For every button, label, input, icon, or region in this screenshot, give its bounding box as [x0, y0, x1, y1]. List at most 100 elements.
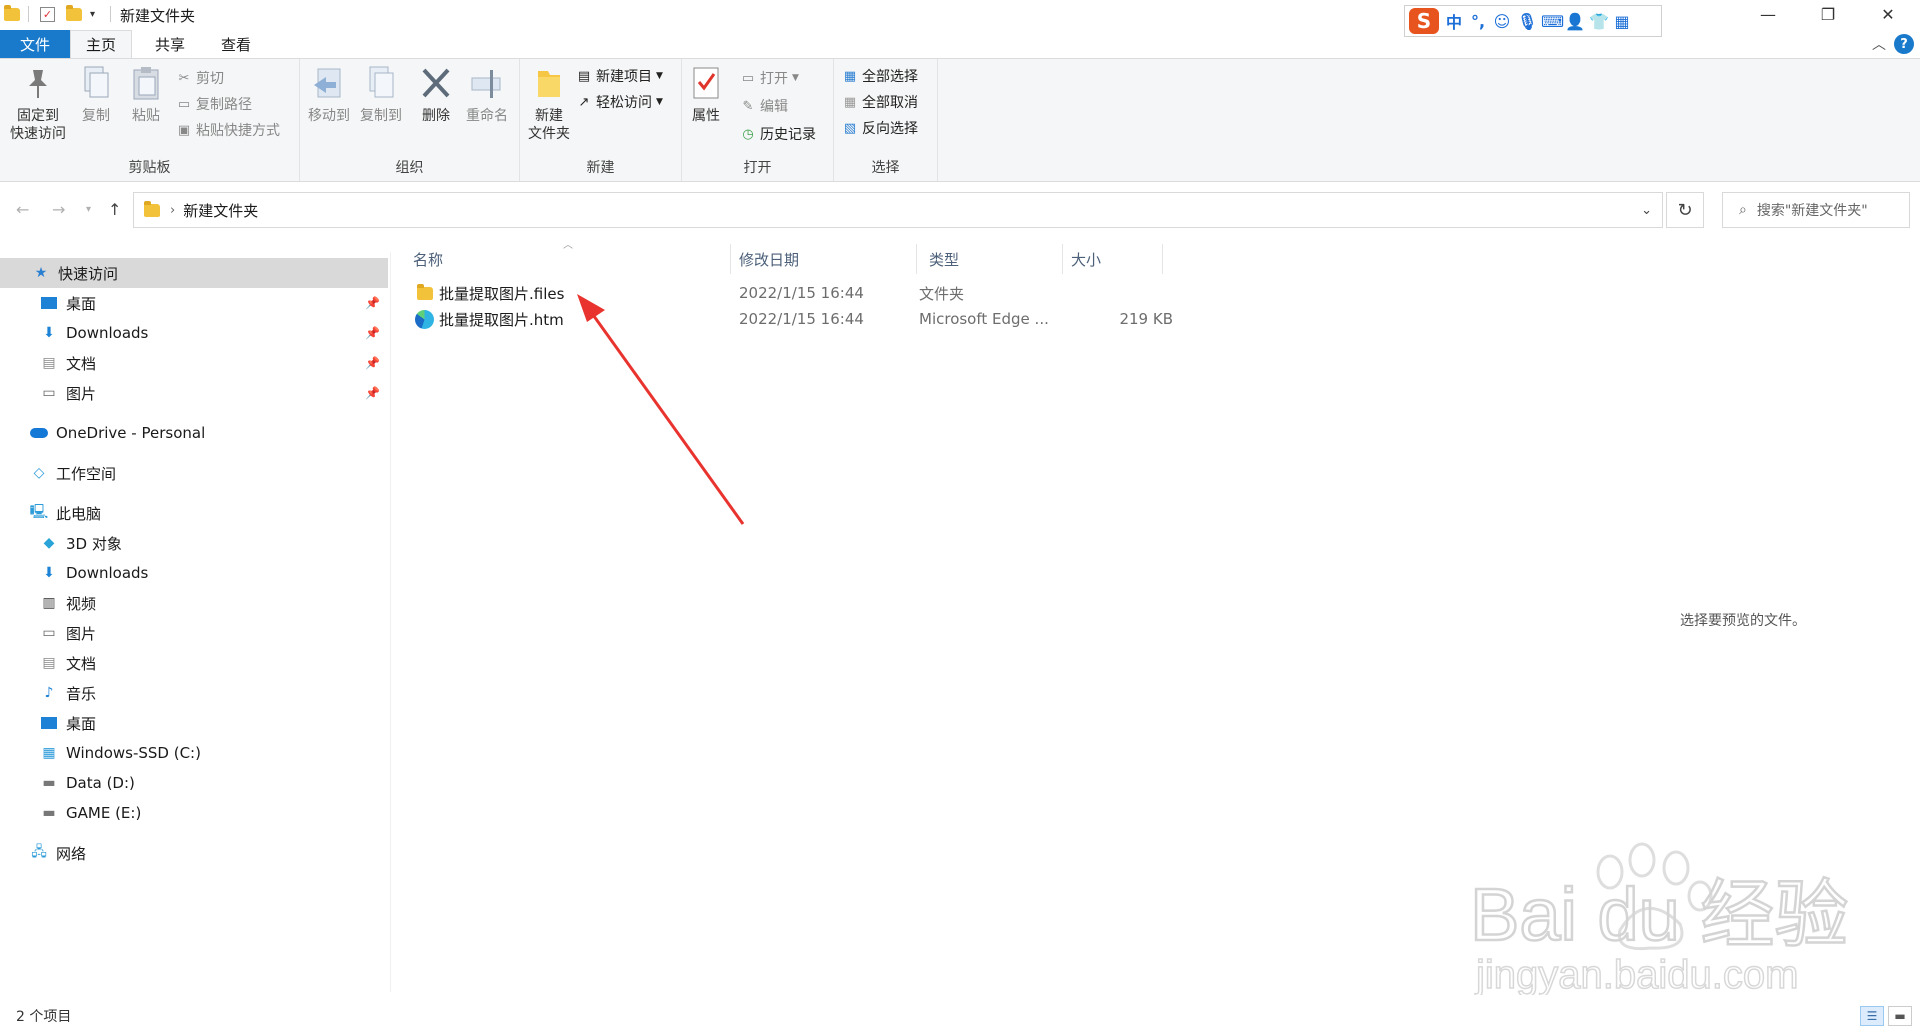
nav-quick-access[interactable]: ★ 快速访问 — [0, 258, 388, 288]
collapse-ribbon-icon[interactable]: ︿ — [1872, 34, 1886, 54]
nav-item-pc-desktop[interactable]: 桌面 — [0, 708, 388, 738]
emoji-icon[interactable]: ☺ — [1493, 12, 1511, 31]
forward-arrow-icon[interactable]: → — [52, 200, 65, 219]
baidu-jingyan-watermark: Bai du 经验 jingyan.baidu.com — [1470, 842, 1850, 995]
up-arrow-icon[interactable]: ↑ — [108, 200, 121, 219]
nav-item-music[interactable]: ♪ 音乐 — [0, 678, 388, 708]
tab-share[interactable]: 共享 — [140, 30, 200, 58]
breadcrumb-current[interactable]: 新建文件夹 — [183, 200, 258, 221]
microphone-icon[interactable]: 🎙 — [1517, 12, 1537, 31]
nav-item-documents[interactable]: ▤ 文档 📌 — [0, 348, 388, 378]
file-name: 批量提取图片.files — [439, 284, 565, 303]
rename-button[interactable]: 重命名 — [460, 65, 514, 125]
close-button[interactable]: ✕ — [1860, 0, 1916, 28]
paste-shortcut-button[interactable]: ▣ 粘贴快捷方式 — [176, 119, 280, 141]
user-icon[interactable]: 👤 — [1565, 12, 1585, 31]
nav-workspace[interactable]: ◇ 工作空间 — [0, 458, 388, 488]
address-dropdown-icon[interactable]: ⌄ — [1641, 203, 1652, 218]
back-arrow-icon[interactable]: ← — [16, 200, 29, 219]
nav-item-drive-e[interactable]: ▬ GAME (E:) — [0, 798, 388, 828]
copy-button[interactable]: 复制 — [74, 65, 118, 125]
properties-button[interactable]: 属性 — [686, 65, 726, 125]
nav-item-drive-d[interactable]: ▬ Data (D:) — [0, 768, 388, 798]
customize-quick-access-icon[interactable]: ▾ — [90, 4, 95, 24]
edit-button[interactable]: ✎ 编辑 — [740, 95, 788, 117]
nav-item-downloads[interactable]: ⬇ Downloads 📌 — [0, 318, 388, 348]
computer-icon: 🖳 — [29, 504, 49, 520]
column-header-name[interactable]: 名称 — [391, 244, 731, 274]
nav-item-desktop[interactable]: 桌面 📌 — [0, 288, 388, 318]
details-view-button[interactable]: ☰ — [1860, 1006, 1884, 1026]
address-row: ← → ▾ ↑ › 新建文件夹 ⌄ ↻ ⌕ 搜索"新建文件夹" — [0, 188, 1920, 232]
paste-shortcut-icon: ▣ — [177, 122, 191, 138]
drive-icon: ▬ — [42, 775, 56, 791]
punctuation-icon[interactable]: °, — [1469, 12, 1487, 31]
skin-icon[interactable]: 👕 — [1589, 12, 1609, 31]
file-row[interactable]: 批量提取图片.htm 2022/1/15 16:44 Microsoft Edg… — [413, 306, 1413, 332]
properties-quick-icon[interactable]: ✓ — [40, 4, 55, 24]
pin-icon — [21, 65, 55, 101]
column-header-modified[interactable]: 修改日期 — [731, 244, 917, 274]
minimize-button[interactable]: — — [1740, 0, 1796, 28]
tab-home[interactable]: 主页 — [70, 30, 132, 58]
nav-item-pc-documents[interactable]: ▤ 文档 — [0, 648, 388, 678]
easy-access-button[interactable]: ↗ 轻松访问 ▼ — [576, 91, 663, 113]
column-header-type[interactable]: 类型 — [917, 244, 1063, 274]
address-bar[interactable]: › 新建文件夹 ⌄ — [133, 192, 1663, 228]
select-all-button[interactable]: ▦ 全部选择 — [842, 65, 918, 87]
column-header-size[interactable]: 大小 — [1063, 244, 1163, 274]
recent-locations-icon[interactable]: ▾ — [86, 204, 91, 215]
open-icon: ▭ — [741, 70, 755, 86]
pictures-icon: ▭ — [42, 385, 56, 401]
toolbox-icon[interactable]: ▦ — [1613, 12, 1631, 31]
delete-button[interactable]: 删除 — [416, 65, 456, 125]
new-item-button[interactable]: ▤ 新建项目 ▼ — [576, 65, 663, 87]
star-icon: ★ — [34, 265, 48, 281]
refresh-button[interactable]: ↻ — [1666, 192, 1704, 228]
file-row[interactable]: 批量提取图片.files 2022/1/15 16:44 文件夹 — [413, 280, 1413, 306]
pictures-icon: ▭ — [42, 625, 56, 641]
cut-button[interactable]: ✂ 剪切 — [176, 67, 224, 89]
nav-onedrive[interactable]: OneDrive - Personal — [0, 418, 388, 448]
file-name: 批量提取图片.htm — [439, 310, 564, 329]
nav-this-pc[interactable]: 🖳 此电脑 — [0, 498, 388, 528]
large-icons-view-button[interactable]: ▬ — [1888, 1006, 1912, 1026]
music-note-icon: ♪ — [44, 685, 54, 701]
help-icon[interactable]: ? — [1894, 34, 1914, 54]
new-folder-button[interactable]: 新建 文件夹 — [524, 65, 574, 143]
new-folder-quick-icon[interactable] — [66, 4, 82, 24]
select-none-icon: ▦ — [843, 94, 857, 110]
paste-button[interactable]: 粘贴 — [124, 65, 168, 125]
pin-icon[interactable]: 📌 — [365, 386, 380, 400]
nav-item-pc-pictures[interactable]: ▭ 图片 — [0, 618, 388, 648]
restore-button[interactable]: ❐ — [1800, 0, 1856, 28]
nav-item-pc-downloads[interactable]: ⬇ Downloads — [0, 558, 388, 588]
select-group-label: 选择 — [871, 160, 900, 176]
tab-view[interactable]: 查看 — [206, 30, 266, 58]
edit-icon: ✎ — [742, 98, 754, 114]
nav-item-videos[interactable]: ▥ 视频 — [0, 588, 388, 618]
pin-icon[interactable]: 📌 — [365, 296, 380, 310]
invert-selection-button[interactable]: ▧ 反向选择 — [842, 117, 918, 139]
select-none-button[interactable]: ▦ 全部取消 — [842, 91, 918, 113]
nav-network[interactable]: 🖧 网络 — [0, 838, 388, 868]
history-button[interactable]: ◷ 历史记录 — [740, 123, 816, 145]
rename-icon — [470, 65, 504, 101]
drive-icon: ▬ — [42, 805, 56, 821]
move-to-button[interactable]: 移动到 — [304, 65, 354, 125]
nav-item-3d-objects[interactable]: ◆ 3D 对象 — [0, 528, 388, 558]
tab-file[interactable]: 文件 — [0, 30, 70, 58]
copy-to-button[interactable]: 复制到 — [356, 65, 406, 125]
nav-item-drive-c[interactable]: ▦ Windows-SSD (C:) — [0, 738, 388, 768]
search-box[interactable]: ⌕ 搜索"新建文件夹" — [1722, 192, 1910, 228]
search-icon: ⌕ — [1739, 202, 1747, 218]
open-button[interactable]: ▭ 打开 ▼ — [740, 67, 799, 89]
keyboard-icon[interactable]: ⌨ — [1541, 12, 1564, 31]
copy-path-button[interactable]: ▭ 复制路径 — [176, 93, 252, 115]
nav-item-pictures[interactable]: ▭ 图片 📌 — [0, 378, 388, 408]
pin-to-quick-access-button[interactable]: 固定到 快速访问 — [6, 65, 70, 143]
pin-icon[interactable]: 📌 — [365, 356, 380, 370]
pin-icon[interactable]: 📌 — [365, 326, 380, 340]
large-icons-view-icon: ▬ — [1894, 1009, 1906, 1023]
breadcrumb-chevron-icon[interactable]: › — [170, 203, 175, 218]
